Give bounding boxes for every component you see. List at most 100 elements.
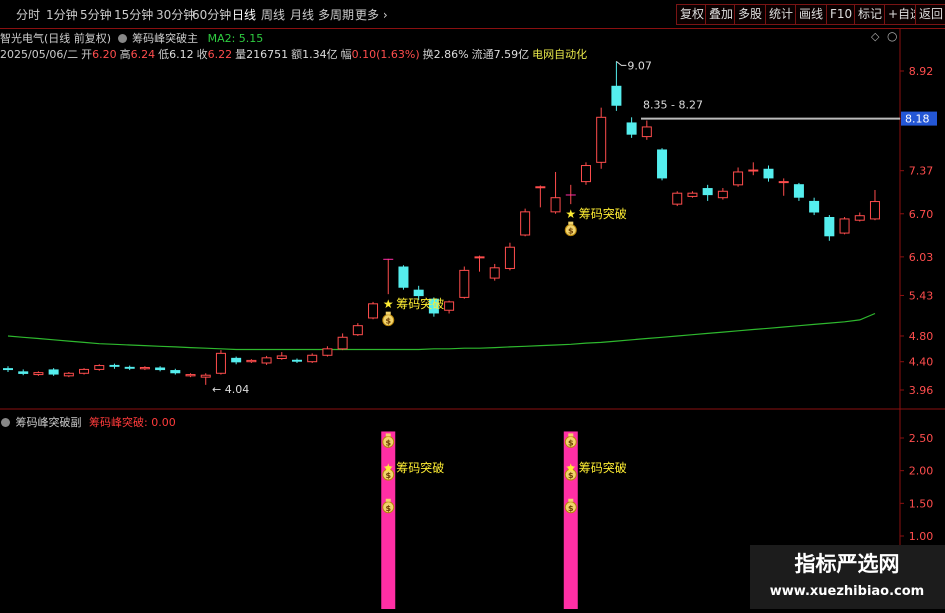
svg-text:$: $ xyxy=(568,504,574,513)
candle-body-up xyxy=(368,303,379,319)
money-bag-icon: $ xyxy=(564,221,577,237)
toolbar-item-8[interactable]: 月线 xyxy=(290,6,314,23)
candle-body-up xyxy=(672,192,683,205)
price-tick-label: 8.92 xyxy=(909,65,934,78)
candle-body-up xyxy=(733,171,744,186)
info-concept[interactable]: 电网自动化 xyxy=(532,48,587,61)
candle-body-up xyxy=(748,169,759,172)
candle-body-up xyxy=(687,192,698,197)
toolbar-right-button-8[interactable]: 返回 xyxy=(915,4,945,25)
range-label: 8.35 - 8.27 xyxy=(643,99,703,112)
signal-label: 筹码突破 xyxy=(579,206,627,221)
money-bag-icon: $ xyxy=(382,311,395,327)
candle-body-up xyxy=(550,197,561,213)
sub-signal-label: 筹码突破 xyxy=(396,460,444,475)
panel-close-icon[interactable]: ○ xyxy=(887,29,897,43)
current-price-tag-text: 8.18 xyxy=(905,113,930,126)
toolbar-right-button-2[interactable]: 多股 xyxy=(734,4,767,25)
toolbar-item-3[interactable]: 15分钟 xyxy=(114,6,153,23)
price-tick-label: 3.96 xyxy=(909,384,934,397)
toolbar-item-6[interactable]: 日线 xyxy=(232,6,256,23)
candle-body-up xyxy=(139,366,150,370)
candle-body-up xyxy=(185,374,196,377)
candle-body-up xyxy=(444,301,455,311)
candle-body-down xyxy=(18,371,29,374)
watermark-logo: 指标严选网 www.xuezhibiao.com xyxy=(750,545,945,609)
toolbar-item-4[interactable]: 30分钟 xyxy=(156,6,195,23)
sub-tick-label: 1.50 xyxy=(909,497,934,510)
info-low: 6.12 xyxy=(169,48,194,61)
info-change: 0.10(1.63%) xyxy=(351,48,420,61)
toolbar-item-5[interactable]: 60分钟 xyxy=(192,6,231,23)
candle-body-up xyxy=(352,325,363,336)
toolbar-right-button-6[interactable]: 标记 xyxy=(854,4,887,25)
toolbar-item-9[interactable]: 多周期 xyxy=(318,6,354,23)
candle-body-up xyxy=(520,211,531,236)
ma-label: MA2: 5.15 xyxy=(207,32,264,45)
signal-star-icon: ★ xyxy=(383,297,394,311)
price-tick-label: 5.43 xyxy=(909,289,934,302)
candle-body-up xyxy=(63,372,74,377)
candle-body-down xyxy=(291,359,302,362)
candle-body-up xyxy=(580,165,591,183)
signal-label: 筹码突破 xyxy=(396,296,444,311)
main-title-bar: 智光电气(日线 前复权) 筹码峰突破主 MA2: 5.15 xyxy=(0,30,263,46)
toolbar-item-10[interactable]: 更多 › xyxy=(355,6,388,23)
candle-body-up xyxy=(246,359,257,363)
toolbar-right-button-1[interactable]: 叠加 xyxy=(705,4,738,25)
svg-text:$: $ xyxy=(385,438,391,447)
svg-text:www.xuezhibiao.com: www.xuezhibiao.com xyxy=(770,584,924,599)
indicator-gear-icon[interactable] xyxy=(117,34,127,43)
candle-body-down xyxy=(231,357,242,363)
svg-text:$: $ xyxy=(385,317,391,326)
info-open: 6.20 xyxy=(92,48,117,61)
price-tick-label: 4.80 xyxy=(909,330,934,343)
signal-bar xyxy=(381,431,396,609)
candle-body-up xyxy=(94,365,105,370)
candle-body-up xyxy=(276,355,287,359)
candle-body-up xyxy=(641,126,652,138)
toolbar-item-1[interactable]: 1分钟 xyxy=(46,6,78,23)
price-tick-label: 4.40 xyxy=(909,356,934,369)
toolbar-item-7[interactable]: 周线 xyxy=(261,6,285,23)
candle-body-down xyxy=(109,364,120,367)
candle-body-up xyxy=(489,267,500,279)
sub-signal-label: 筹码突破 xyxy=(579,460,627,475)
price-tick-label: 7.37 xyxy=(909,165,934,178)
toolbar-right-button-4[interactable]: 画线 xyxy=(795,4,828,25)
candle-body-up xyxy=(337,336,348,350)
sub-gear-icon[interactable] xyxy=(1,418,10,427)
price-info-line: 2025/05/06/二 开6.20 高6.24 低6.12 收6.22 量216751 额… xyxy=(0,48,588,61)
candle-body-down xyxy=(611,85,622,106)
price-tick-label: 6.03 xyxy=(909,251,934,264)
sub-signal-star-icon: ★ xyxy=(565,461,576,475)
info-float: 7.59亿 xyxy=(493,48,530,61)
candle-body-down xyxy=(413,289,424,297)
candle-body-up xyxy=(504,246,515,269)
toolbar-item-2[interactable]: 5分钟 xyxy=(80,6,112,23)
sub-indicator-name[interactable]: 筹码峰突破副 xyxy=(16,416,82,429)
low-price-label: ← 4.04 xyxy=(212,383,249,396)
indicator-name[interactable]: 筹码峰突破主 xyxy=(132,32,198,45)
toolbar-item-0[interactable]: 分时 xyxy=(16,6,40,23)
info-close: 6.22 xyxy=(207,48,233,61)
high-price-label: 9.07 xyxy=(627,59,652,72)
info-turnover: 2.86% xyxy=(433,48,469,61)
svg-text:$: $ xyxy=(568,227,574,236)
toolbar-right-button-3[interactable]: 统计 xyxy=(765,4,798,25)
candle-body-down xyxy=(170,370,181,374)
candle-body-down xyxy=(48,369,59,375)
info-amount: 1.34亿 xyxy=(302,48,338,61)
stock-title[interactable]: 智光电气(日线 前复权) xyxy=(0,32,111,45)
candle-body-down xyxy=(824,216,835,237)
sub-tick-label: 2.00 xyxy=(909,465,934,478)
sub-tick-label: 1.00 xyxy=(909,530,934,543)
panel-diamond-icon[interactable]: ◇ xyxy=(871,30,879,43)
toolbar-right-button-0[interactable]: 复权 xyxy=(676,4,709,25)
signal-star-icon: ★ xyxy=(565,207,576,221)
candle-body-down xyxy=(398,266,409,288)
main-chart-panel[interactable]: 8.92 7.37 6.70 6.03 5.43 4.80 4.40 3.96 8.18 9.07… xyxy=(0,28,945,410)
toolbar-right-button-5[interactable]: F10 xyxy=(826,4,857,25)
candle-body-up xyxy=(322,348,333,356)
signal-bar xyxy=(563,431,578,609)
